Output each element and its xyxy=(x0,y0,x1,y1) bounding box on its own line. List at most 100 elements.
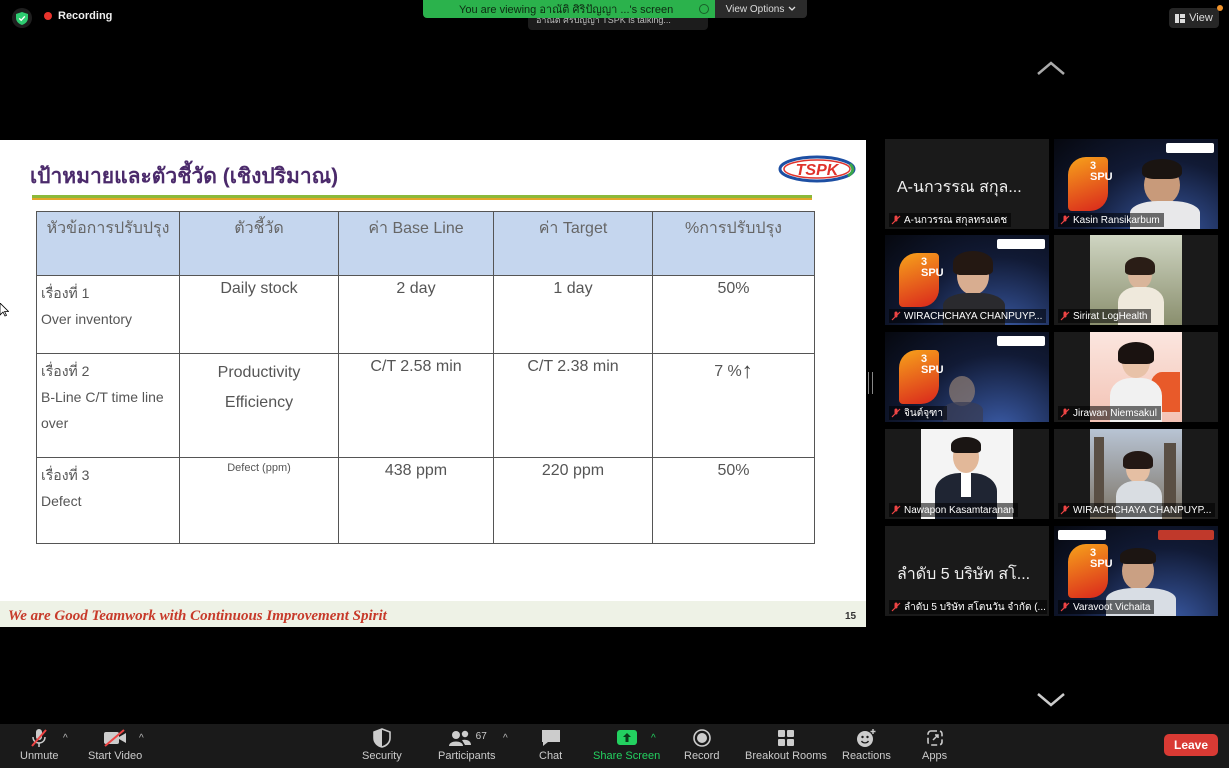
unmute-button[interactable]: Unmute xyxy=(20,728,59,762)
table-cell-baseline: 438 ppm xyxy=(338,457,494,544)
tspk-logo: TSPK xyxy=(778,155,856,183)
mouse-cursor-icon xyxy=(0,303,9,317)
table-cell-topic: เรื่องที่ 3 Defect xyxy=(36,457,180,544)
table-header: ตัวชี้วัด xyxy=(179,211,339,276)
participant-tile[interactable]: ลำดับ 5 บริษัท สโ... ลำดับ 5 บริษัท สโตน… xyxy=(885,526,1049,616)
table-header: ค่า Base Line xyxy=(338,211,494,276)
table-cell-improvement: 50% xyxy=(652,275,815,354)
chat-icon xyxy=(541,730,560,746)
mic-muted-icon xyxy=(31,729,48,747)
grid-view-icon xyxy=(1175,13,1186,23)
table-cell-indicator: Daily stock xyxy=(179,275,339,354)
table-row: เรื่องที่ 1 Over inventory Daily stock 2 … xyxy=(36,275,815,354)
participant-name-label: ลำดับ 5 บริษัท สโตนวัน จำกัด (... xyxy=(889,600,1047,614)
gallery-scroll-down-icon[interactable] xyxy=(1036,692,1066,708)
mic-muted-icon xyxy=(891,311,901,321)
table-cell-indicator: Productivity Efficiency xyxy=(179,353,339,458)
participant-tile[interactable]: Jirawan Niemsakul xyxy=(1054,332,1218,422)
table-cell-target: C/T 2.38 min xyxy=(493,353,653,458)
participant-tile[interactable]: Sirirat LogHealth xyxy=(1054,235,1218,325)
notification-dot xyxy=(1217,5,1223,11)
kpi-table: หัวข้อการปรับปรุง ตัวชี้วัด ค่า Base Lin… xyxy=(36,211,815,544)
apps-button[interactable]: Apps xyxy=(922,728,947,762)
recording-indicator[interactable]: Recording xyxy=(44,10,112,22)
security-button[interactable]: Security xyxy=(362,728,402,762)
record-button[interactable]: Record xyxy=(684,728,719,762)
viewing-screen-banner: You are viewing อาณัติ ศิริปัญญา ...'s s… xyxy=(423,0,715,18)
share-screen-icon xyxy=(616,730,637,745)
table-header: %การปรับปรุง xyxy=(652,211,815,276)
slide-page-number: 15 xyxy=(845,611,857,622)
table-header: ค่า Target xyxy=(493,211,653,276)
svg-text:TSPK: TSPK xyxy=(796,162,840,179)
video-options-caret-icon[interactable]: ^ xyxy=(139,733,144,744)
table-cell-baseline: 2 day xyxy=(338,275,494,354)
leave-button[interactable]: Leave xyxy=(1164,734,1218,756)
participant-tile[interactable]: 3 SPU WIRACHCHAYA CHANPUYP... xyxy=(885,235,1049,325)
mic-muted-icon xyxy=(891,505,901,515)
participants-count: 67 xyxy=(475,730,487,742)
participant-tile[interactable]: 3 SPU Varavoot Vichaita xyxy=(1054,526,1218,616)
participant-name-label: Varavoot Vichaita xyxy=(1058,600,1155,614)
table-cell-improvement: 50% xyxy=(652,457,815,544)
participant-name-label: Sirirat LogHealth xyxy=(1058,309,1152,323)
participant-name-label: A-นกวรรณ สกุลทรงเดช xyxy=(889,213,1012,227)
mic-muted-icon xyxy=(1060,215,1070,225)
table-row: เรื่องที่ 3 Defect Defect (ppm) 438 ppm 2… xyxy=(36,457,815,544)
video-off-icon xyxy=(104,729,127,747)
breakout-rooms-icon xyxy=(777,730,794,746)
participant-tile[interactable]: 3 SPU จินต์จุฑา xyxy=(885,332,1049,422)
table-row: เรื่องที่ 2 B-Line C/T time line over Pro… xyxy=(36,353,815,458)
reactions-emoji-icon xyxy=(857,729,876,747)
table-cell-indicator: Defect (ppm) xyxy=(179,457,339,544)
gallery-scroll-up-icon[interactable] xyxy=(1036,60,1066,76)
mic-muted-icon xyxy=(891,602,901,612)
table-cell-baseline: C/T 2.58 min xyxy=(338,353,494,458)
participant-tile[interactable]: A-นกวรรณ สกุล... A-นกวรรณ สกุลทรงเดช xyxy=(885,139,1049,229)
participant-name-label: จินต์จุฑา xyxy=(889,406,947,420)
table-cell-topic: เรื่องที่ 2 B-Line C/T time line over xyxy=(36,353,180,458)
arrow-up-icon: ↑ xyxy=(741,358,753,383)
chevron-down-icon xyxy=(788,6,796,11)
table-cell-target: 1 day xyxy=(493,275,653,354)
mic-muted-icon xyxy=(891,215,901,225)
record-icon xyxy=(692,729,711,747)
view-options-button[interactable]: View Options xyxy=(715,0,807,18)
table-header: หัวข้อการปรับปรุง xyxy=(36,211,180,276)
reactions-button[interactable]: Reactions xyxy=(842,728,891,762)
participant-tile[interactable]: WIRACHCHAYA CHANPUYP... xyxy=(1054,429,1218,519)
chat-button[interactable]: Chat xyxy=(539,728,562,762)
view-button[interactable]: View xyxy=(1169,8,1219,28)
participants-options-caret-icon[interactable]: ^ xyxy=(503,733,508,744)
audio-options-caret-icon[interactable]: ^ xyxy=(63,733,68,744)
participants-button[interactable]: 67 Participants xyxy=(438,728,495,763)
table-cell-improvement: 7 %↑ xyxy=(652,353,815,458)
participant-name-card: ลำดับ 5 บริษัท สโ... xyxy=(897,566,1031,583)
security-shield-icon[interactable] xyxy=(12,8,32,28)
slide-title: เป้าหมายและตัวชี้วัด (เชิงปริมาณ) xyxy=(30,165,339,188)
shield-icon xyxy=(373,728,391,748)
mic-muted-icon xyxy=(1060,311,1070,321)
participant-name-card: A-นกวรรณ สกุล... xyxy=(897,179,1022,196)
slide-footer-slogan: We are Good Teamwork with Continuous Imp… xyxy=(8,608,387,624)
view-options-label: View Options xyxy=(725,3,785,15)
mic-muted-icon xyxy=(1060,408,1070,418)
participant-name-label: WIRACHCHAYA CHANPUYP... xyxy=(889,309,1047,323)
participant-name-label: Jirawan Niemsakul xyxy=(1058,406,1161,420)
start-video-button[interactable]: Start Video xyxy=(88,728,142,762)
split-view-handle[interactable] xyxy=(868,372,873,394)
viewing-banner-text: You are viewing อาณัติ ศิริปัญญา ...'s s… xyxy=(459,4,674,16)
participant-tile[interactable]: Nawapon Kasamtaranan xyxy=(885,429,1049,519)
mic-muted-icon xyxy=(891,408,901,418)
apps-icon xyxy=(926,730,943,746)
participant-tile[interactable]: 3 SPU Kasin Ransikarbum xyxy=(1054,139,1218,229)
share-options-caret-icon[interactable]: ^ xyxy=(651,733,656,744)
table-cell-topic: เรื่องที่ 1 Over inventory xyxy=(36,275,180,354)
breakout-rooms-button[interactable]: Breakout Rooms xyxy=(745,728,827,762)
shared-screen-slide: เป้าหมายและตัวชี้วัด (เชิงปริมาณ) TSPK ห… xyxy=(0,140,866,627)
view-button-label: View xyxy=(1189,12,1213,24)
mic-muted-icon xyxy=(1060,505,1070,515)
recording-dot-icon xyxy=(44,12,52,20)
participant-name-label: WIRACHCHAYA CHANPUYP... xyxy=(1058,503,1216,517)
recording-label: Recording xyxy=(58,10,113,22)
